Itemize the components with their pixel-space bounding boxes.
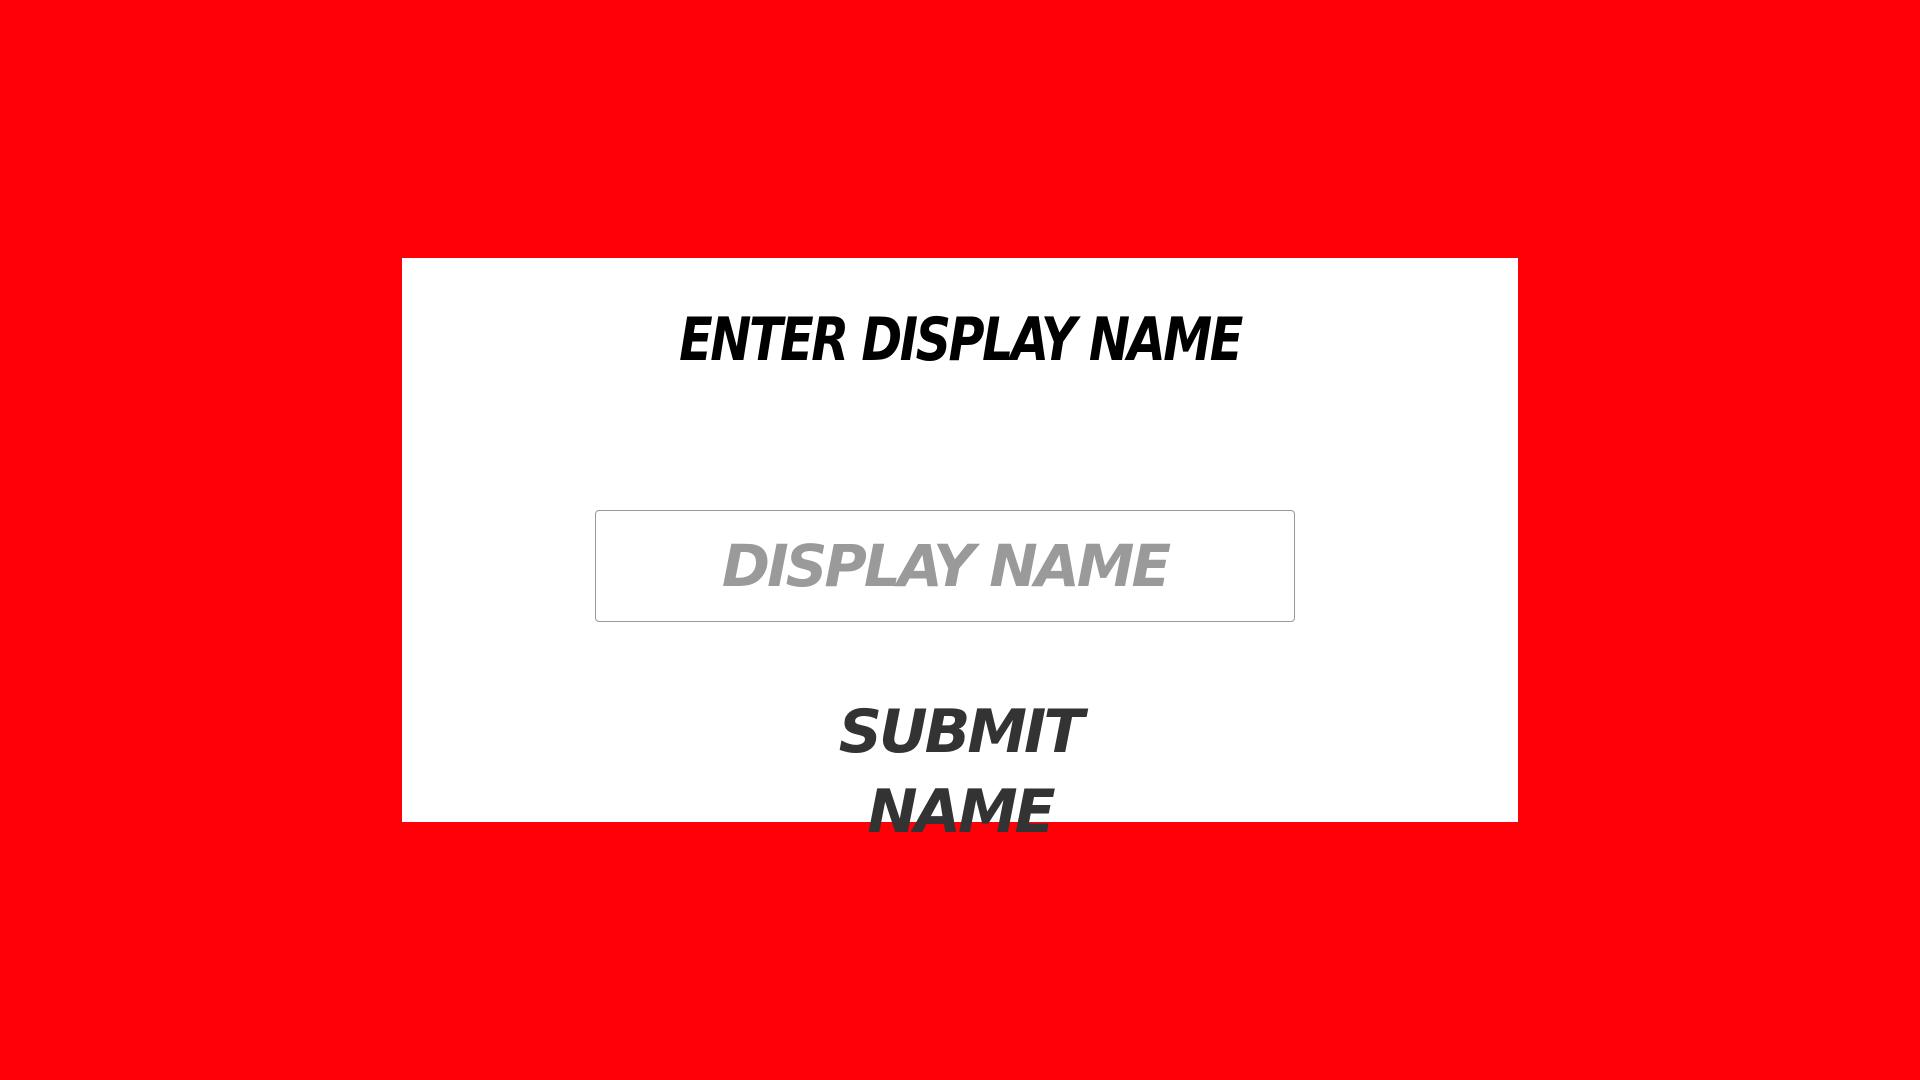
page-title: Enter Display Name — [679, 305, 1243, 375]
display-name-card: Enter Display Name Submit Name — [402, 258, 1518, 847]
display-name-input[interactable] — [595, 510, 1295, 622]
submit-name-button[interactable]: Submit Name — [750, 692, 1170, 847]
page-background: Enter Display Name Submit Name — [0, 0, 1920, 1080]
